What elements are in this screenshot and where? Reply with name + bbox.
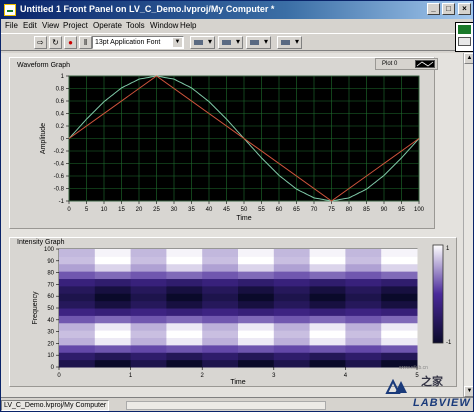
- abort-icon[interactable]: ●: [64, 36, 77, 49]
- scroll-down-icon[interactable]: ▼: [464, 386, 473, 397]
- vi-connector-pane: [458, 37, 471, 46]
- menu-help[interactable]: Help: [180, 21, 196, 30]
- menu-edit[interactable]: Edit: [23, 21, 37, 30]
- chevron-down-icon: ▼: [173, 38, 182, 47]
- close-button[interactable]: ×: [458, 3, 471, 15]
- reorder-icon[interactable]: [277, 36, 302, 49]
- vertical-scrollbar[interactable]: ▲ ▼: [463, 53, 473, 397]
- menu-window[interactable]: Window: [150, 21, 178, 30]
- project-context[interactable]: LV_C_Demo.lvproj/My Computer: [1, 400, 110, 411]
- title-bar[interactable]: Untitled 1 Front Panel on LV_C_Demo.lvpr…: [1, 1, 473, 19]
- labview-app-icon: [4, 4, 16, 16]
- horizontal-scrollbar[interactable]: [126, 401, 326, 410]
- waveform-graph-title: Waveform Graph: [17, 62, 71, 69]
- vi-connector-icon[interactable]: [455, 22, 473, 52]
- menu-file[interactable]: File: [5, 21, 18, 30]
- plot-legend-swatch: [415, 60, 435, 68]
- intensity-graph-title: Intensity Graph: [17, 239, 65, 246]
- run-arrow-icon[interactable]: ⇨: [34, 36, 47, 49]
- menu-tools[interactable]: Tools: [126, 21, 145, 30]
- run-continuously-icon[interactable]: ↻: [49, 36, 62, 49]
- window-title: Untitled 1 Front Panel on LV_C_Demo.lvpr…: [20, 4, 275, 14]
- minimize-button[interactable]: _: [427, 3, 440, 15]
- toolbar: ⇨ ↻ ● ‖ 13pt Application Font ▼: [1, 33, 473, 51]
- watermark-cn: 之家: [421, 375, 443, 388]
- intensity-graph[interactable]: [9, 237, 457, 387]
- distribute-objects-icon[interactable]: [218, 36, 243, 49]
- scroll-up-icon[interactable]: ▲: [464, 53, 473, 64]
- menu-project[interactable]: Project: [63, 21, 88, 30]
- pause-icon[interactable]: ‖: [79, 36, 92, 49]
- align-objects-icon[interactable]: [190, 36, 215, 49]
- maximize-button[interactable]: □: [442, 3, 455, 15]
- menu-bar: File Edit View Project Operate Tools Win…: [1, 19, 473, 33]
- plot-legend-label: Plot 0: [382, 61, 398, 67]
- menu-operate[interactable]: Operate: [93, 21, 122, 30]
- font-selector[interactable]: 13pt Application Font ▼: [92, 36, 184, 49]
- resize-objects-icon[interactable]: [246, 36, 271, 49]
- watermark-url: www.xilab.cn: [399, 365, 428, 371]
- watermark-brand: LABVIEW: [413, 397, 471, 409]
- waveform-graph[interactable]: [9, 57, 435, 229]
- status-bar: LV_C_Demo.lvproj/My Computer: [1, 397, 473, 411]
- menu-view[interactable]: View: [42, 21, 59, 30]
- vi-icon-graphic: [458, 25, 471, 34]
- labview-logo-icon: [385, 379, 407, 394]
- font-selector-value: 13pt Application Font: [95, 39, 161, 46]
- plot-legend[interactable]: Plot 0: [375, 58, 438, 70]
- front-panel-window: Untitled 1 Front Panel on LV_C_Demo.lvpr…: [0, 0, 474, 412]
